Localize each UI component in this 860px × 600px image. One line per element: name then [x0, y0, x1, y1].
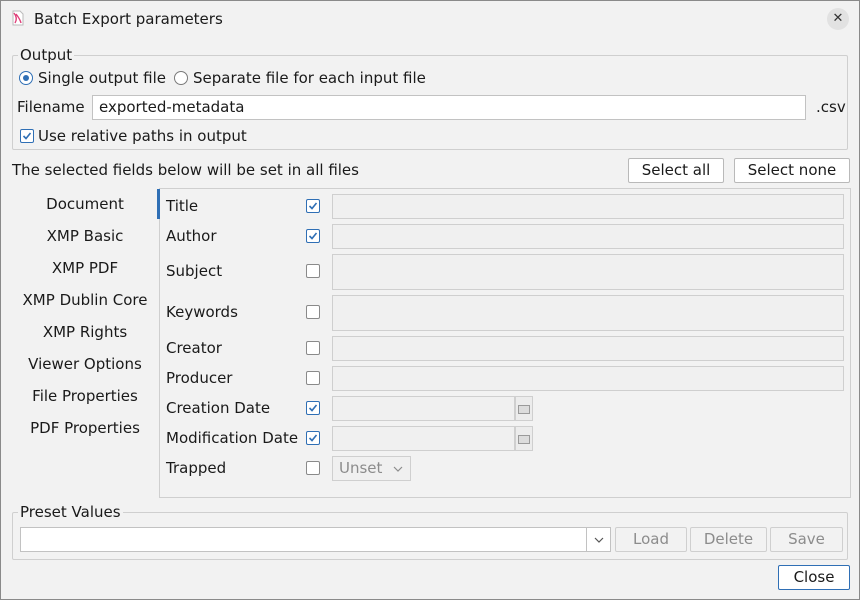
field-checkbox-creation-date[interactable] — [306, 401, 320, 415]
field-input-author[interactable] — [332, 224, 844, 249]
field-label-subject: Subject — [166, 262, 223, 280]
batch-export-dialog: Batch Export parameters ✕ Output Single … — [0, 0, 860, 600]
app-icon — [10, 9, 26, 27]
trapped-select[interactable]: Unset — [332, 456, 411, 481]
field-checkbox-creator[interactable] — [306, 341, 320, 355]
field-label-author: Author — [166, 227, 217, 245]
field-label-creation-date: Creation Date — [166, 399, 271, 417]
field-input-subject[interactable] — [332, 254, 844, 290]
preset-combo-arrow[interactable] — [586, 528, 610, 551]
field-label-producer: Producer — [166, 369, 233, 387]
preset-values-legend: Preset Values — [18, 503, 123, 521]
nav-item-pdf-properties[interactable]: PDF Properties — [11, 419, 159, 437]
nav-item-file-properties[interactable]: File Properties — [11, 387, 159, 405]
field-checkbox-title[interactable] — [306, 199, 320, 213]
selected-tab-indicator — [157, 189, 160, 219]
chevron-down-icon — [594, 537, 604, 543]
field-input-creation-date[interactable] — [332, 396, 515, 421]
calendar-icon[interactable] — [515, 426, 533, 451]
fields-description: The selected fields below will be set in… — [12, 161, 359, 179]
save-preset-button[interactable]: Save — [770, 527, 843, 552]
field-input-title[interactable] — [332, 194, 844, 219]
relative-paths-checkbox[interactable] — [20, 129, 34, 143]
filename-label: Filename — [17, 98, 85, 116]
delete-preset-button[interactable]: Delete — [690, 527, 767, 552]
field-label-keywords: Keywords — [166, 303, 238, 321]
select-none-button[interactable]: Select none — [734, 158, 850, 183]
single-output-radio[interactable] — [19, 71, 33, 85]
field-label-modification-date: Modification Date — [166, 429, 299, 447]
load-preset-button[interactable]: Load — [615, 527, 687, 552]
output-legend: Output — [18, 46, 75, 64]
separate-file-label: Separate file for each input file — [193, 69, 426, 87]
window-title: Batch Export parameters — [34, 10, 223, 28]
nav-item-xmp-rights[interactable]: XMP Rights — [11, 323, 159, 341]
separate-file-radio[interactable] — [174, 71, 188, 85]
nav-item-xmp-dublin-core[interactable]: XMP Dublin Core — [11, 291, 159, 309]
single-output-label: Single output file — [38, 69, 166, 87]
field-label-trapped: Trapped — [166, 459, 227, 477]
field-label-creator: Creator — [166, 339, 222, 357]
close-button[interactable]: Close — [778, 565, 850, 590]
title-bar: Batch Export parameters ✕ — [1, 1, 859, 37]
nav-item-viewer-options[interactable]: Viewer Options — [11, 355, 159, 373]
chevron-down-icon — [393, 466, 403, 472]
field-checkbox-modification-date[interactable] — [306, 431, 320, 445]
field-input-producer[interactable] — [332, 366, 844, 391]
select-all-button[interactable]: Select all — [628, 158, 724, 183]
field-label-title: Title — [166, 197, 199, 215]
field-input-keywords[interactable] — [332, 295, 844, 331]
preset-combo[interactable] — [20, 527, 611, 552]
close-window-icon[interactable]: ✕ — [827, 8, 849, 30]
field-checkbox-trapped[interactable] — [306, 461, 320, 475]
filename-input[interactable]: exported-metadata — [92, 95, 806, 120]
calendar-icon[interactable] — [515, 396, 533, 421]
field-checkbox-keywords[interactable] — [306, 305, 320, 319]
filename-extension: .csv — [816, 98, 846, 116]
nav-item-xmp-pdf[interactable]: XMP PDF — [11, 259, 159, 277]
field-checkbox-producer[interactable] — [306, 371, 320, 385]
trapped-select-value: Unset — [339, 459, 383, 477]
field-checkbox-subject[interactable] — [306, 264, 320, 278]
field-input-creator[interactable] — [332, 336, 844, 361]
relative-paths-label: Use relative paths in output — [38, 127, 247, 145]
nav-item-document[interactable]: Document — [11, 195, 159, 213]
nav-item-xmp-basic[interactable]: XMP Basic — [11, 227, 159, 245]
field-checkbox-author[interactable] — [306, 229, 320, 243]
field-input-modification-date[interactable] — [332, 426, 515, 451]
